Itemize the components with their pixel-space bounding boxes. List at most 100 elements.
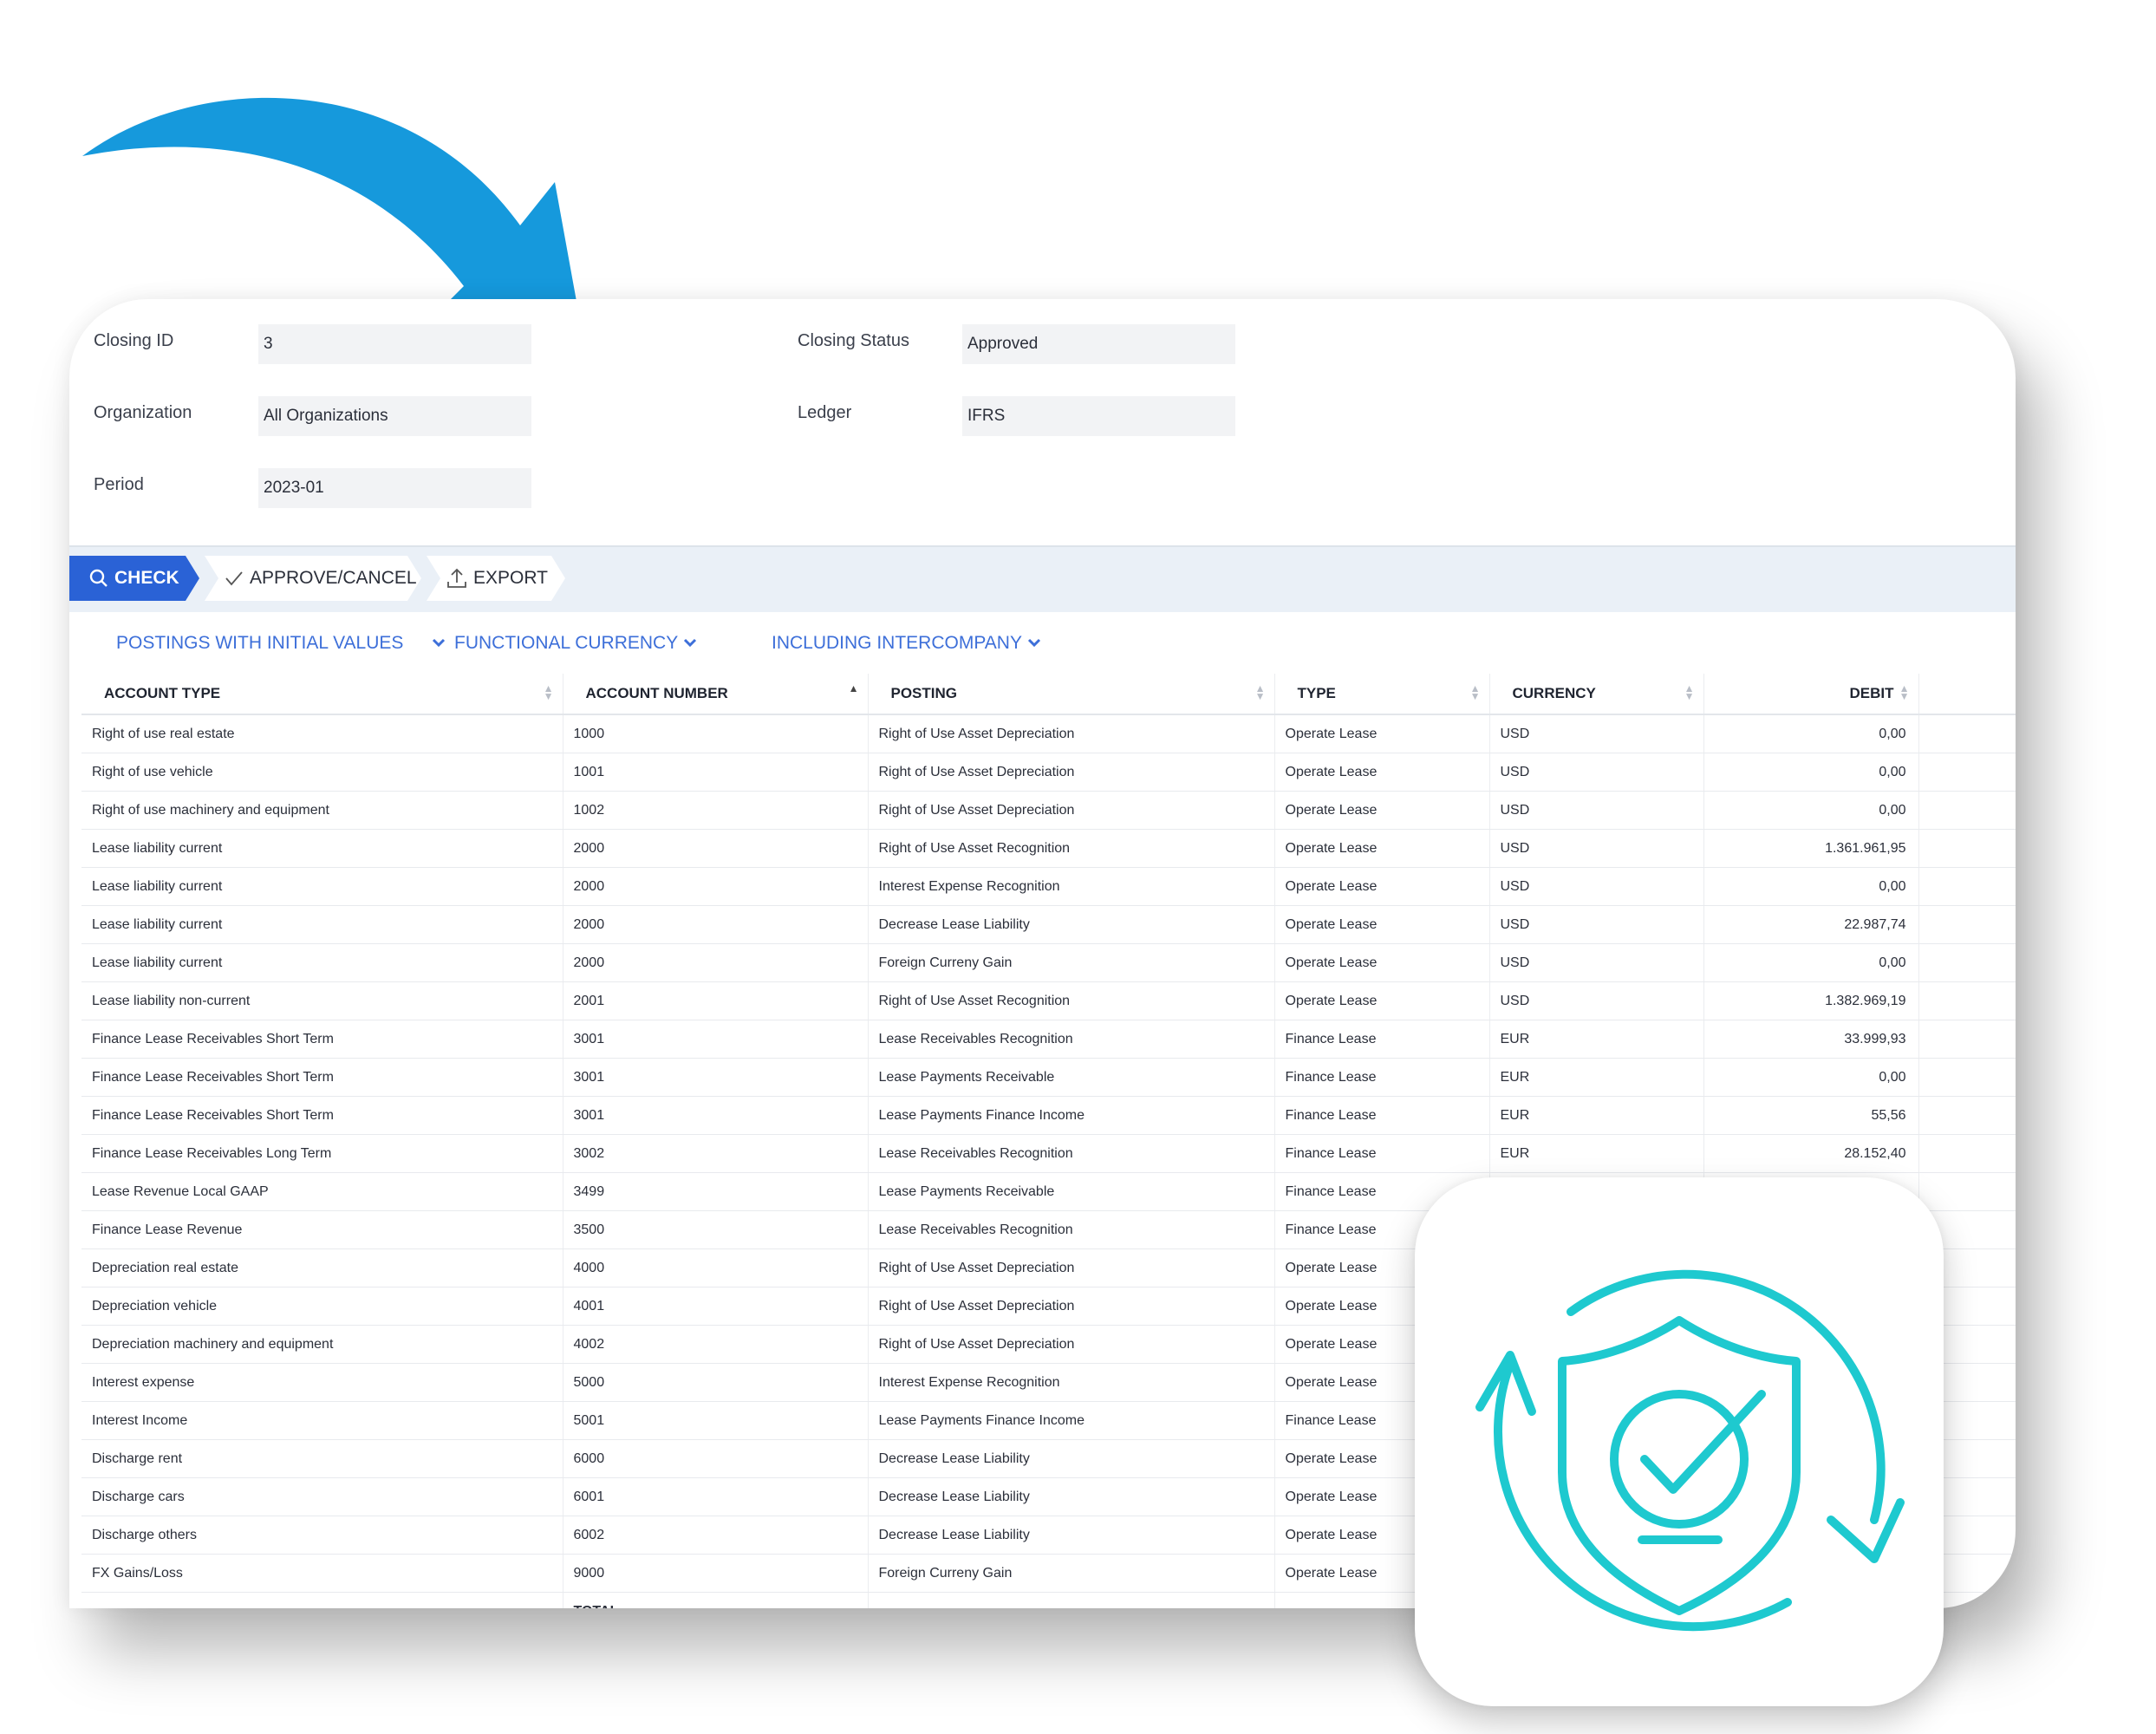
upload-icon — [446, 567, 468, 590]
cell-account-type: Right of use machinery and equipment — [81, 791, 563, 830]
cell-currency: EUR — [1489, 1058, 1704, 1097]
table-row[interactable]: Right of use vehicle 1001 Right of Use Ass… — [81, 753, 2016, 792]
column-header-label: ACCOUNT TYPE — [104, 685, 221, 701]
table-row[interactable]: Lease liability current 2000 Right of Use … — [81, 829, 2016, 868]
sort-ascending-icon: ▲ — [848, 682, 859, 694]
column-header-label: TYPE — [1297, 685, 1336, 701]
cell-posting: Right of Use Asset Recognition — [868, 981, 1275, 1020]
cell-account-number: 6001 — [563, 1477, 869, 1516]
cell-spacer — [1918, 867, 2016, 906]
cell-type: Operate Lease — [1274, 714, 1490, 753]
intercompany-filter[interactable]: INCLUDING INTERCOMPANY — [772, 633, 1043, 654]
approve-cancel-button[interactable]: APPROVE/CANCEL — [205, 556, 421, 601]
cell-debit: 0,00 — [1703, 753, 1919, 792]
action-toolbar: CHECK APPROVE/CANCEL EXPORT — [69, 545, 2016, 612]
cell-posting: Right of Use Asset Depreciation — [868, 1325, 1275, 1364]
ledger-field[interactable]: IFRS — [962, 396, 1235, 436]
cell-account-number: 2000 — [563, 829, 869, 868]
cell-account-number: 6002 — [563, 1516, 869, 1555]
cell-account-number: 2000 — [563, 943, 869, 982]
chevron-down-icon — [684, 638, 697, 648]
column-header-type[interactable]: TYPE ▲ ▼ — [1274, 674, 1490, 715]
cell-currency: USD — [1489, 981, 1704, 1020]
cell-spacer — [1918, 829, 2016, 868]
cell-posting: Lease Payments Finance Income — [868, 1401, 1275, 1440]
postings-filter[interactable]: POSTINGS WITH INITIAL VALUES — [116, 633, 403, 654]
cell-posting: Right of Use Asset Depreciation — [868, 791, 1275, 830]
cell-debit: 0,00 — [1703, 791, 1919, 830]
ledger-label: Ledger — [798, 403, 852, 422]
total-cell — [81, 1592, 563, 1608]
period-field[interactable]: 2023-01 — [258, 468, 531, 508]
cell-posting: Interest Expense Recognition — [868, 1363, 1275, 1402]
cell-spacer — [1918, 791, 2016, 830]
sort-icon: ▲ ▼ — [1899, 682, 1910, 702]
table-row[interactable]: Right of use machinery and equipment 1002… — [81, 791, 2016, 830]
column-header-account-type[interactable]: ACCOUNT TYPE ▲ ▼ — [81, 674, 563, 715]
column-header-currency[interactable]: CURRENCY ▲ ▼ — [1489, 674, 1704, 715]
cell-posting: Decrease Lease Liability — [868, 905, 1275, 944]
column-header-account-number[interactable]: ACCOUNT NUMBER ▲ — [563, 674, 869, 715]
closing-id-field[interactable]: 3 — [258, 324, 531, 364]
cell-posting: Right of Use Asset Depreciation — [868, 714, 1275, 753]
export-button[interactable]: EXPORT — [427, 556, 565, 601]
shield-check-sync-icon — [1475, 1269, 1905, 1632]
table-row[interactable]: Lease liability current 2000 Decrease Leas… — [81, 905, 2016, 944]
cell-currency: EUR — [1489, 1134, 1704, 1173]
table-row[interactable]: Right of use real estate 1000 Right of Use… — [81, 714, 2016, 753]
table-row[interactable]: Lease liability non-current 2001 Right of … — [81, 981, 2016, 1020]
column-header-label: DEBIT — [1849, 685, 1894, 701]
cell-account-number: 4001 — [563, 1287, 869, 1326]
cell-account-number: 2000 — [563, 905, 869, 944]
sort-icon: ▲ ▼ — [543, 682, 554, 702]
cell-spacer — [1918, 714, 2016, 753]
cell-currency: USD — [1489, 905, 1704, 944]
cell-account-number: 1000 — [563, 714, 869, 753]
cell-account-number: 3499 — [563, 1172, 869, 1211]
cell-posting: Lease Payments Receivable — [868, 1058, 1275, 1097]
table-row[interactable]: Lease liability current 2000 Foreign Curre… — [81, 943, 2016, 982]
cell-currency: USD — [1489, 714, 1704, 753]
table-row[interactable]: Lease liability current 2000 Interest Expe… — [81, 867, 2016, 906]
column-header-posting[interactable]: POSTING ▲ ▼ — [868, 674, 1275, 715]
checkmark-icon — [224, 568, 244, 589]
cell-debit: 0,00 — [1703, 714, 1919, 753]
sort-icon: ▲ ▼ — [1254, 682, 1266, 702]
cell-account-type: Interest Income — [81, 1401, 563, 1440]
cell-posting: Lease Receivables Recognition — [868, 1210, 1275, 1249]
cell-type: Finance Lease — [1274, 1134, 1490, 1173]
cell-posting: Lease Receivables Recognition — [868, 1134, 1275, 1173]
check-button[interactable]: CHECK — [69, 556, 199, 601]
column-header-debit[interactable]: DEBIT ▲ ▼ — [1703, 674, 1919, 715]
cell-account-type: Lease liability current — [81, 829, 563, 868]
column-header-label: POSTING — [890, 685, 958, 701]
cell-debit: 33.999,93 — [1703, 1020, 1919, 1059]
cell-currency: USD — [1489, 867, 1704, 906]
closing-status-field[interactable]: Approved — [962, 324, 1235, 364]
cell-account-type: Lease liability non-current — [81, 981, 563, 1020]
cell-posting: Decrease Lease Liability — [868, 1439, 1275, 1478]
cell-posting: Lease Payments Finance Income — [868, 1096, 1275, 1135]
cell-debit: 22.987,74 — [1703, 905, 1919, 944]
sort-icon: ▲ ▼ — [1469, 682, 1481, 702]
cell-spacer — [1918, 981, 2016, 1020]
organization-field[interactable]: All Organizations — [258, 396, 531, 436]
cell-account-type: Finance Lease Receivables Short Term — [81, 1058, 563, 1097]
cell-currency: EUR — [1489, 1020, 1704, 1059]
cell-account-type: Lease liability current — [81, 867, 563, 906]
cell-account-number: 5001 — [563, 1401, 869, 1440]
table-row[interactable]: Finance Lease Receivables Short Term 3001… — [81, 1020, 2016, 1059]
cell-type: Finance Lease — [1274, 1058, 1490, 1097]
cell-type: Operate Lease — [1274, 791, 1490, 830]
cell-type: Operate Lease — [1274, 943, 1490, 982]
cell-account-number: 1001 — [563, 753, 869, 792]
cell-debit: 1.382.969,19 — [1703, 981, 1919, 1020]
column-header-label: CURRENCY — [1512, 685, 1596, 701]
closing-id-label: Closing ID — [94, 331, 174, 350]
currency-filter[interactable]: FUNCTIONAL CURRENCY — [430, 633, 699, 654]
cell-account-number: 2000 — [563, 867, 869, 906]
table-row[interactable]: Finance Lease Receivables Short Term 3001… — [81, 1058, 2016, 1097]
table-row[interactable]: Finance Lease Receivables Long Term 3002 L… — [81, 1134, 2016, 1173]
table-row[interactable]: Finance Lease Receivables Short Term 3001… — [81, 1096, 2016, 1135]
cell-account-type: Lease Revenue Local GAAP — [81, 1172, 563, 1211]
